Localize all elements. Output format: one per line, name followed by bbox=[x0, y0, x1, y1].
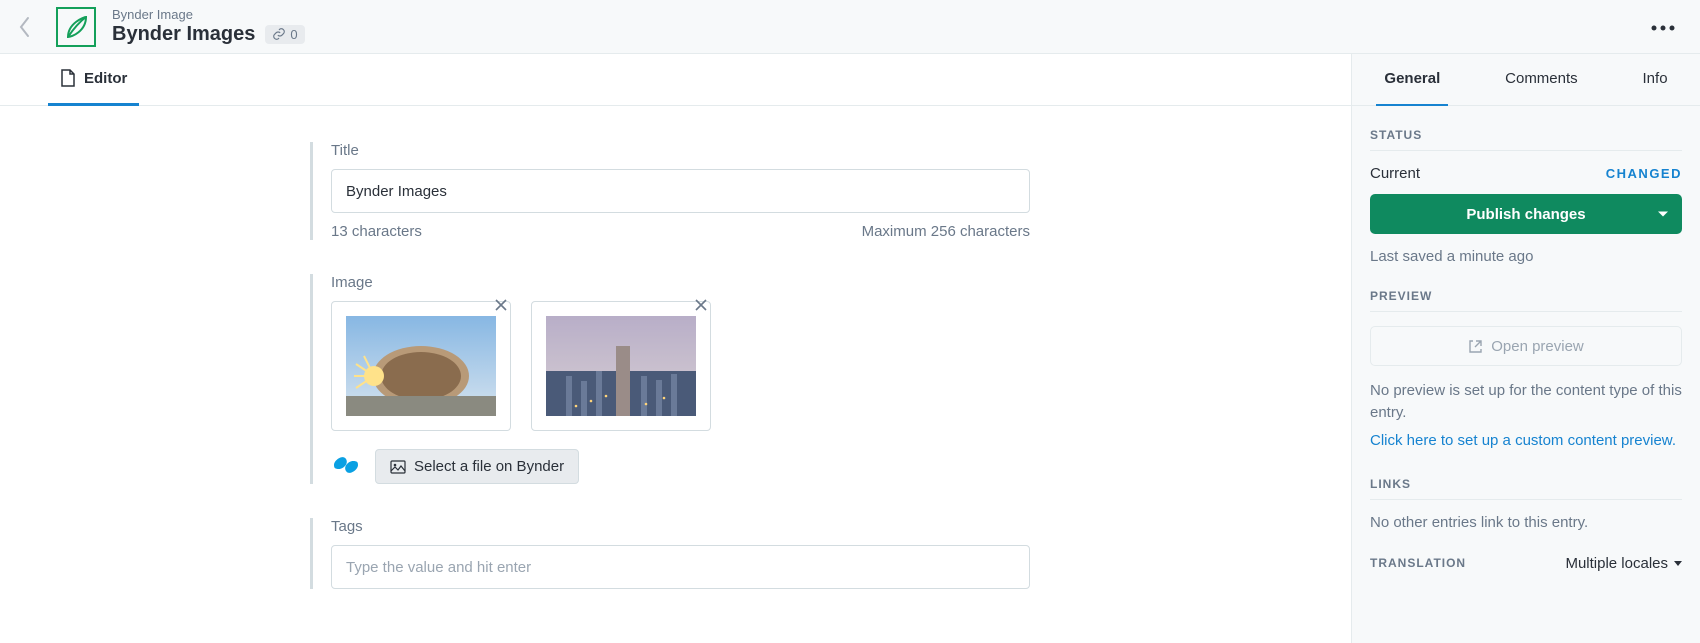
references-count: 0 bbox=[290, 27, 297, 42]
field-tags-label: Tags bbox=[331, 518, 1030, 535]
links-note-text: No other entries link to this entry. bbox=[1370, 514, 1682, 531]
preview-heading: PREVIEW bbox=[1370, 289, 1682, 312]
breadcrumb: Bynder Image bbox=[112, 7, 305, 23]
image-thumbnail[interactable] bbox=[531, 301, 711, 431]
main-column: Editor Title 13 characters Maximum 256 c… bbox=[0, 54, 1352, 643]
image-placeholder-icon bbox=[546, 316, 696, 416]
header-bar: Bynder Image Bynder Images 0 bbox=[0, 0, 1700, 54]
field-image: Image bbox=[310, 274, 1030, 484]
title-input[interactable] bbox=[331, 169, 1030, 213]
select-bynder-file-button[interactable]: Select a file on Bynder bbox=[375, 449, 579, 484]
status-heading: STATUS bbox=[1370, 128, 1682, 151]
translation-locale-label: Multiple locales bbox=[1565, 555, 1668, 572]
sidebar: General Comments Info STATUS Current CHA… bbox=[1352, 54, 1700, 643]
publish-changes-label: Publish changes bbox=[1466, 206, 1585, 223]
select-bynder-file-label: Select a file on Bynder bbox=[414, 458, 564, 475]
field-tags: Tags bbox=[310, 518, 1030, 589]
remove-image-button[interactable] bbox=[694, 298, 714, 318]
field-title: Title 13 characters Maximum 256 characte… bbox=[310, 142, 1030, 240]
caret-down-icon bbox=[1674, 561, 1682, 566]
leaf-icon bbox=[56, 7, 96, 47]
tags-input[interactable] bbox=[331, 545, 1030, 589]
tab-editor-label: Editor bbox=[84, 70, 127, 87]
preview-note-text: No preview is set up for the content typ… bbox=[1370, 380, 1682, 424]
main-tabs: Editor bbox=[0, 54, 1351, 106]
remove-image-button[interactable] bbox=[494, 298, 514, 318]
close-icon bbox=[694, 298, 708, 312]
caret-down-icon bbox=[1658, 212, 1668, 217]
document-icon bbox=[60, 69, 76, 87]
open-preview-label: Open preview bbox=[1491, 338, 1584, 355]
field-title-label: Title bbox=[331, 142, 1030, 159]
external-link-icon bbox=[1468, 339, 1483, 354]
title-char-count: 13 characters bbox=[331, 223, 422, 240]
image-icon bbox=[390, 460, 406, 474]
image-thumbnail[interactable] bbox=[331, 301, 511, 431]
tab-comments[interactable]: Comments bbox=[1497, 54, 1586, 106]
entry-type-icon bbox=[56, 7, 96, 47]
title-max-chars: Maximum 256 characters bbox=[862, 223, 1030, 240]
page-title: Bynder Images bbox=[112, 22, 255, 46]
bynder-logo-icon bbox=[331, 454, 361, 479]
references-badge[interactable]: 0 bbox=[265, 25, 304, 44]
ellipsis-icon bbox=[1650, 24, 1676, 32]
editor-area: Title 13 characters Maximum 256 characte… bbox=[0, 106, 1351, 643]
close-icon bbox=[494, 298, 508, 312]
tab-info[interactable]: Info bbox=[1635, 54, 1676, 106]
status-current-label: Current bbox=[1370, 165, 1420, 182]
open-preview-button[interactable]: Open preview bbox=[1370, 326, 1682, 366]
translation-locale-select[interactable]: Multiple locales bbox=[1565, 555, 1682, 572]
field-image-label: Image bbox=[331, 274, 1030, 291]
tab-editor[interactable]: Editor bbox=[48, 54, 139, 106]
image-placeholder-icon bbox=[346, 316, 496, 416]
links-heading: LINKS bbox=[1370, 477, 1682, 500]
sidebar-tabs: General Comments Info bbox=[1352, 54, 1700, 106]
translation-heading: TRANSLATION bbox=[1370, 556, 1466, 570]
setup-preview-link[interactable]: Click here to set up a custom content pr… bbox=[1370, 432, 1676, 449]
status-changed-badge: CHANGED bbox=[1606, 166, 1682, 181]
link-icon bbox=[272, 27, 286, 41]
back-button[interactable] bbox=[0, 16, 50, 38]
chevron-left-icon bbox=[18, 16, 32, 38]
more-actions-button[interactable] bbox=[1646, 15, 1680, 39]
last-saved-text: Last saved a minute ago bbox=[1370, 248, 1682, 265]
publish-changes-button[interactable]: Publish changes bbox=[1370, 194, 1682, 234]
tab-general[interactable]: General bbox=[1376, 54, 1448, 106]
